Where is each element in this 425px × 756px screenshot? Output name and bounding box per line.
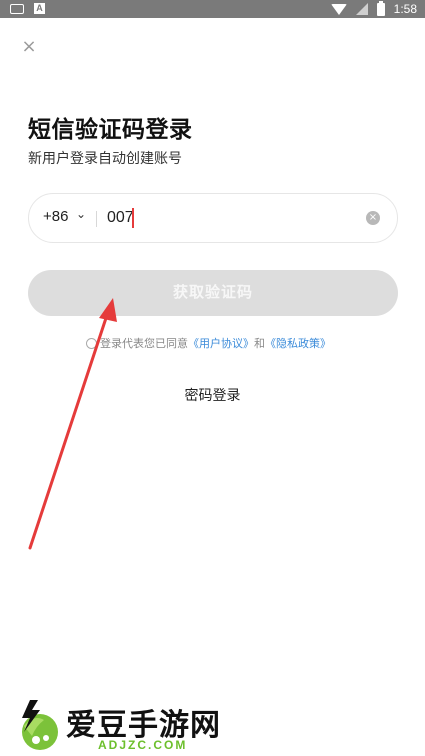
a-app-icon: A xyxy=(34,3,45,14)
get-verification-code-button[interactable]: 获取验证码 xyxy=(28,270,398,316)
signal-icon xyxy=(355,3,368,15)
chevron-down-icon[interactable]: ⌄ xyxy=(76,207,86,221)
page-subtitle: 新用户登录自动创建账号 xyxy=(28,151,182,167)
agreement-prefix: 登录代表您已同意 xyxy=(100,337,188,350)
user-agreement-link[interactable]: 《用户协议》 xyxy=(188,335,254,351)
keyboard-icon xyxy=(10,3,24,14)
text-cursor xyxy=(132,208,134,228)
agreement-checkbox-icon[interactable] xyxy=(86,337,97,349)
clear-input-icon[interactable]: × xyxy=(366,211,380,225)
battery-icon xyxy=(376,0,385,16)
password-login-link[interactable]: 密码登录 xyxy=(0,385,425,405)
agreement-row: 登录代表您已同意 《用户协议》 和 《隐私政策》 xyxy=(86,335,331,351)
privacy-policy-link[interactable]: 《隐私政策》 xyxy=(265,335,331,351)
status-time: 1:58 xyxy=(393,2,417,16)
watermark-logo-icon xyxy=(22,700,58,750)
status-bar: A 1:58 xyxy=(0,0,425,18)
watermark-url: ADJZC.COM xyxy=(98,738,188,752)
phone-input-box[interactable]: +86 ⌄ × xyxy=(28,193,398,243)
close-icon[interactable]: × xyxy=(18,36,40,58)
page-title: 短信验证码登录 xyxy=(28,117,193,143)
wifi-icon xyxy=(330,3,347,15)
divider xyxy=(96,211,97,227)
phone-number-input[interactable] xyxy=(107,206,347,230)
country-code-selector[interactable]: +86 xyxy=(43,208,68,225)
agreement-and: 和 xyxy=(254,337,265,350)
